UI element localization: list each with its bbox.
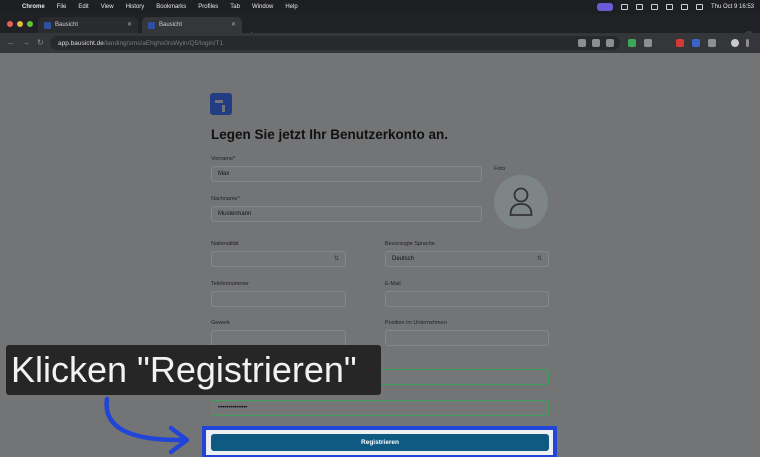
status-icon[interactable]: [650, 4, 658, 10]
sprache-value: Deutsch: [392, 256, 415, 262]
cast-icon[interactable]: [592, 39, 600, 47]
menu-window[interactable]: Window: [252, 4, 273, 10]
menu-tab[interactable]: Tab: [230, 4, 240, 10]
zoom-window-icon[interactable]: [27, 21, 33, 27]
browser-tab-active[interactable]: Bausicht ✕: [142, 17, 242, 33]
position-input[interactable]: [385, 330, 549, 346]
sprache-label: Bevorzugte Sprache: [385, 241, 435, 247]
bookmark-star-icon[interactable]: [606, 39, 614, 47]
menu-history[interactable]: History: [126, 4, 145, 10]
minimize-window-icon[interactable]: [17, 21, 23, 27]
battery-icon[interactable]: [695, 4, 703, 10]
favicon-icon: [44, 21, 51, 29]
arrow-icon: [104, 396, 190, 455]
recording-indicator-icon[interactable]: [596, 3, 613, 11]
status-icon[interactable]: [635, 4, 643, 10]
extension-icon[interactable]: [644, 39, 652, 47]
tab-title: Bausicht: [159, 22, 183, 28]
menu-file[interactable]: File: [57, 4, 67, 10]
extension-icon[interactable]: [692, 39, 700, 47]
extension-icon[interactable]: [676, 39, 684, 47]
select-chevron-icon: ⇅: [333, 256, 339, 262]
email-input[interactable]: [385, 291, 549, 307]
extension-icon[interactable]: [628, 39, 636, 47]
back-icon[interactable]: ←: [7, 38, 15, 47]
reload-icon[interactable]: ↻: [37, 38, 44, 47]
position-label: Position im Unternehmen: [385, 320, 447, 326]
email-label: E-Mail: [385, 281, 401, 287]
gewerk-label: Gewerk: [211, 320, 230, 326]
close-window-icon[interactable]: [7, 21, 13, 27]
menu-chrome[interactable]: Chrome: [22, 4, 45, 10]
status-icon[interactable]: [620, 4, 628, 10]
tab-title: Bausicht: [55, 22, 79, 28]
screen: Chrome File Edit View History Bookmarks …: [0, 0, 760, 457]
page-title: Legen Sie jetzt Ihr Benutzerkonto an.: [211, 127, 449, 142]
menu-bookmarks[interactable]: Bookmarks: [156, 4, 186, 10]
nachname-label: Nachname*: [211, 196, 240, 202]
telefon-label: Telefonnummer: [211, 281, 249, 287]
passwort-wdh-input[interactable]: ••••••••••••••: [211, 400, 549, 416]
favicon-icon: [148, 21, 155, 29]
status-icon[interactable]: [665, 4, 673, 10]
close-tab-icon[interactable]: ✕: [127, 21, 132, 28]
browser-tab[interactable]: Bausicht ✕: [38, 17, 138, 33]
url-path: /landing/sms/aEhghs0rsWyin/Q5/login/T1: [103, 39, 224, 47]
gewerk-input[interactable]: [211, 330, 346, 346]
menu-kebab-icon[interactable]: [746, 39, 749, 47]
key-icon[interactable]: [578, 39, 586, 47]
nachname-input[interactable]: Mustermann: [211, 206, 482, 222]
browser-toolbar: ← → ↻ app.bausicht.de /landing/sms/aEhgh…: [0, 33, 760, 53]
select-chevron-icon: ⇅: [536, 256, 542, 262]
bausicht-logo: [210, 93, 232, 115]
vorname-input[interactable]: Max: [211, 166, 482, 182]
register-button[interactable]: Registrieren: [211, 434, 549, 451]
user-icon: [509, 187, 533, 216]
menu-help[interactable]: Help: [285, 4, 297, 10]
vorname-label: Vorname*: [211, 156, 236, 162]
macos-menubar: Chrome File Edit View History Bookmarks …: [0, 0, 760, 14]
nationalitaet-select[interactable]: ⇅: [211, 251, 346, 267]
nationalitaet-label: Nationalität: [211, 241, 239, 247]
extensions-puzzle-icon[interactable]: [708, 39, 716, 47]
foto-label: Foto: [494, 166, 506, 172]
tutorial-callout: Klicken "Registrieren": [6, 345, 381, 395]
status-area: Thu Oct 9 16:53: [596, 0, 754, 14]
menubar-clock[interactable]: Thu Oct 9 16:53: [711, 4, 754, 10]
sprache-select[interactable]: Deutsch ⇅: [385, 251, 549, 267]
telefon-input[interactable]: [211, 291, 346, 307]
window-controls: [7, 21, 33, 27]
wifi-icon[interactable]: [680, 4, 688, 10]
forward-icon[interactable]: →: [22, 38, 30, 47]
menu-profiles[interactable]: Profiles: [198, 4, 218, 10]
profile-avatar-icon[interactable]: [731, 39, 739, 47]
menu-view[interactable]: View: [101, 4, 114, 10]
url-host: app.bausicht.de: [58, 39, 104, 47]
photo-upload[interactable]: [494, 175, 548, 229]
close-tab-icon[interactable]: ✕: [231, 21, 236, 28]
menu-edit[interactable]: Edit: [78, 4, 88, 10]
browser-tabstrip: Bausicht ✕ Bausicht ✕ +: [0, 14, 760, 41]
address-bar[interactable]: app.bausicht.de /landing/sms/aEhghs0rsWy…: [50, 36, 620, 50]
